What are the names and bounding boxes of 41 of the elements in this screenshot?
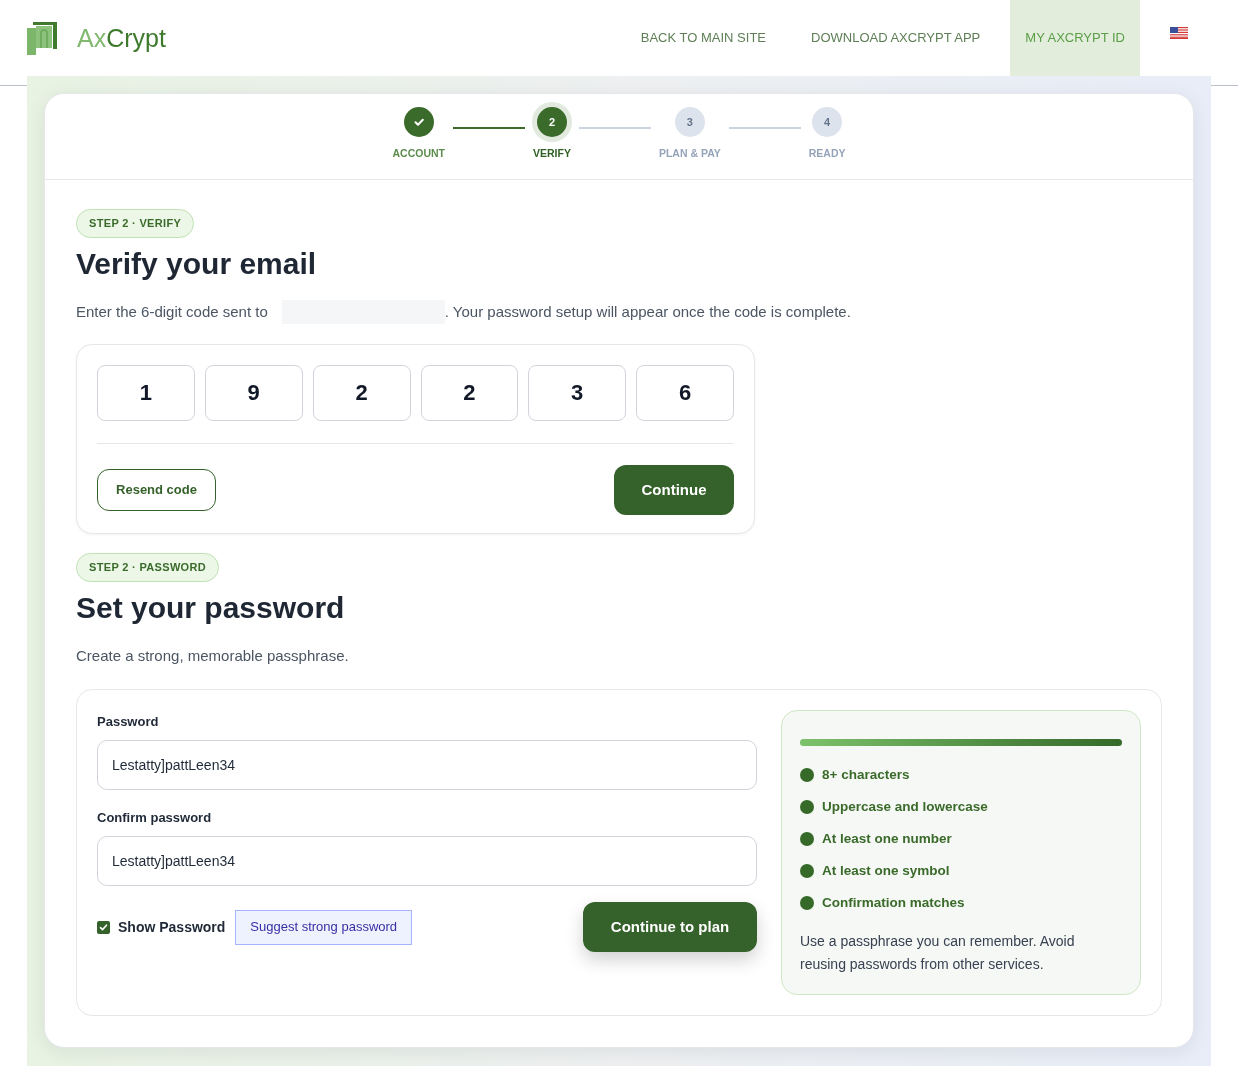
step-label: ACCOUNT bbox=[392, 146, 445, 160]
code-digit-field[interactable]: 1 bbox=[97, 365, 195, 421]
requirement-text: 8+ characters bbox=[822, 765, 910, 784]
section-heading: Verify your email bbox=[76, 246, 317, 282]
logo-text[interactable]: AxCrypt bbox=[77, 23, 166, 53]
code-digit-field[interactable]: 3 bbox=[528, 365, 627, 421]
suggest-password-button[interactable]: Suggest strong password bbox=[235, 909, 413, 945]
requirement-text: At least one number bbox=[822, 829, 952, 848]
section-heading: Set your password bbox=[76, 590, 345, 626]
show-password-checkbox[interactable] bbox=[97, 920, 110, 934]
step-number: 3 bbox=[674, 107, 705, 137]
step-label: READY bbox=[808, 146, 846, 160]
instruction-text: . Your password setup will appear once the code is complete. bbox=[444, 301, 851, 322]
code-digit-field[interactable]: 6 bbox=[636, 365, 734, 421]
code-digit-field[interactable]: 2 bbox=[420, 365, 519, 421]
step-number: 2 bbox=[536, 107, 567, 137]
resend-code-button[interactable]: Resend code bbox=[97, 469, 216, 511]
step-label: VERIFY bbox=[532, 146, 571, 160]
logo-icon[interactable] bbox=[27, 21, 57, 55]
field-label: Confirm password bbox=[97, 809, 212, 827]
step-number: 4 bbox=[812, 107, 843, 137]
password-field[interactable]: Lestatty]pattLeen34 bbox=[97, 836, 757, 886]
code-digit-field[interactable]: 9 bbox=[204, 365, 303, 421]
show-password-label: Show Password bbox=[118, 917, 226, 937]
step-label: PLAN & PAY bbox=[658, 146, 721, 160]
flag-icon[interactable] bbox=[1170, 27, 1188, 39]
nav-link[interactable]: DOWNLOAD AXCRYPT APP bbox=[796, 0, 996, 76]
continue-to-plan-button[interactable]: Continue to plan bbox=[583, 902, 757, 952]
password-field[interactable]: Lestatty]pattLeen34 bbox=[97, 740, 757, 790]
step-badge: STEP 2 · PASSWORD bbox=[76, 553, 220, 582]
continue-button[interactable]: Continue bbox=[614, 465, 734, 515]
field-label: Password bbox=[97, 713, 159, 731]
requirement-text: Uppercase and lowercase bbox=[822, 797, 988, 816]
requirement-text: At least one symbol bbox=[822, 861, 950, 880]
code-digit-field[interactable]: 2 bbox=[312, 365, 411, 421]
nav-link[interactable]: BACK TO MAIN SITE bbox=[625, 0, 781, 76]
requirement-text: Confirmation matches bbox=[822, 893, 965, 912]
instruction-text: Enter the 6-digit code sent to bbox=[76, 301, 268, 322]
step-badge: STEP 2 · VERIFY bbox=[76, 209, 195, 238]
section-subtitle: Create a strong, memorable passphrase. bbox=[76, 646, 349, 666]
hint-text: Use a passphrase you can remember. Avoid reusing passwords from other services. bbox=[800, 932, 1076, 974]
